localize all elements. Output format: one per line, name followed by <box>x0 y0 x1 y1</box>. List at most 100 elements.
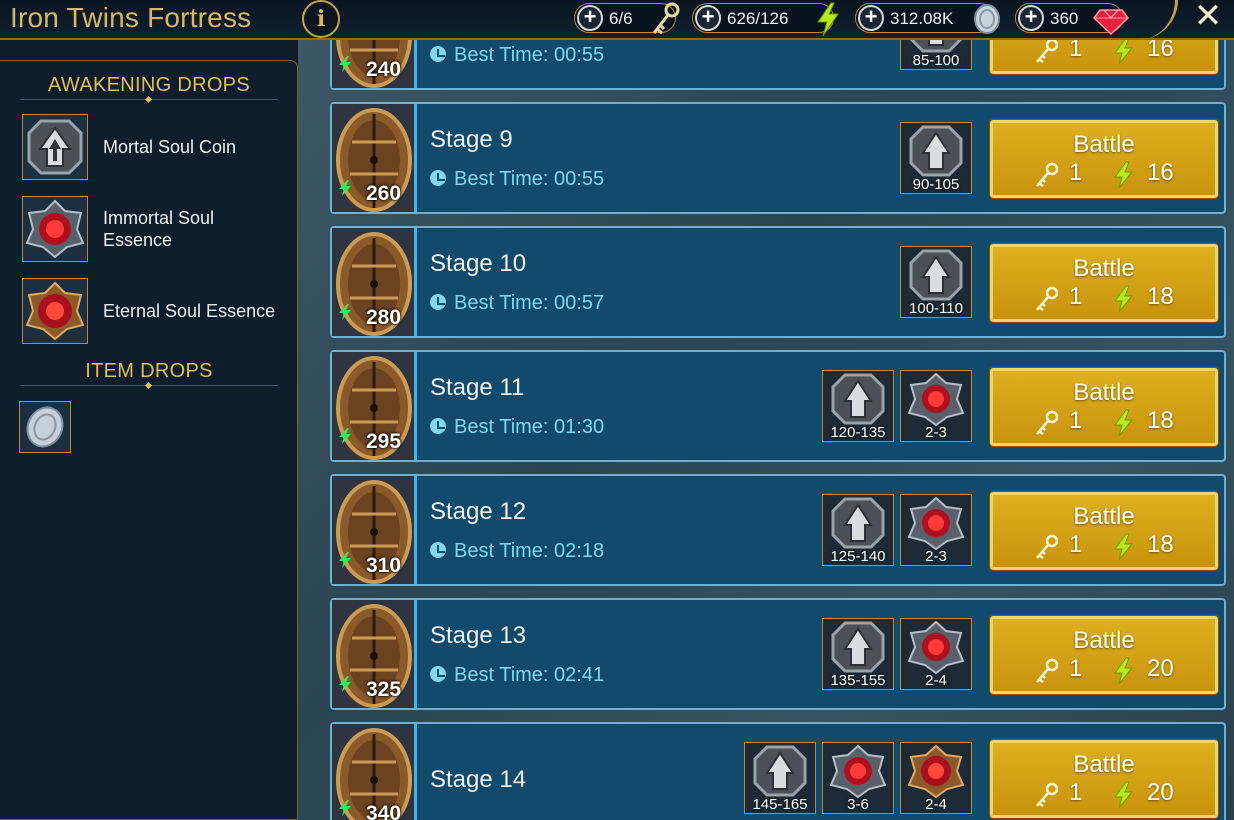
stage-title: Stage 14 <box>430 766 527 793</box>
reward-quantity: 2-3 <box>925 424 947 441</box>
reward-immortal-soul-essence-icon[interactable]: 2-3 <box>900 370 972 442</box>
drop-item-label: Eternal Soul Essence <box>103 301 276 321</box>
gems-resource: + 360 <box>1015 3 1130 36</box>
page-title: Iron Twins Fortress <box>10 2 252 33</box>
energy-cost: 20 <box>1147 655 1174 682</box>
energy-icon <box>1113 285 1135 318</box>
energy-icon <box>817 2 839 37</box>
reward-quantity: 2-4 <box>925 672 947 689</box>
power-icon <box>338 551 352 574</box>
reward-quantity: 2-4 <box>925 796 947 813</box>
battle-label: Battle <box>1073 751 1135 778</box>
best-time: Best Time: 00:57 <box>430 292 604 315</box>
add-gems-button[interactable]: + <box>1018 5 1044 31</box>
clock-icon <box>430 418 446 434</box>
reward-eternal-soul-essence-icon[interactable]: 2-4 <box>900 742 972 814</box>
stage-row[interactable]: 260 Stage 9 Best Time: 00:55 90-105 Battle 1 1… <box>330 102 1226 214</box>
reward-mortal-soul-coin-icon[interactable]: 125-140 <box>822 494 894 566</box>
battle-button[interactable]: Battle 1 18 <box>989 367 1219 447</box>
top-bar: Iron Twins Fortress i + 6/6 + 626/126 + … <box>0 0 1234 40</box>
eternal-soul-essence-icon <box>22 278 88 344</box>
stage-power: 340 <box>366 802 402 820</box>
reward-quantity: 3-6 <box>847 796 869 813</box>
clock-icon <box>430 170 446 186</box>
battle-label: Battle <box>1073 627 1135 654</box>
stage-row[interactable]: 340 Stage 14 145-165 3-6 2-4 Battle 1 20 <box>330 722 1226 820</box>
reward-immortal-soul-essence-icon[interactable]: 2-4 <box>900 618 972 690</box>
best-time-text: Best Time: 00:57 <box>454 292 605 314</box>
info-button[interactable]: i <box>302 0 340 38</box>
key-cost: 1 <box>1069 531 1083 558</box>
stage-power: 310 <box>366 554 402 577</box>
reward-mortal-soul-coin-icon[interactable]: 90-105 <box>900 122 972 194</box>
portrait-divider <box>414 228 417 336</box>
drop-item-label: Mortal Soul Coin <box>103 137 237 157</box>
battle-button[interactable]: Battle 1 18 <box>989 243 1219 323</box>
energy-resource: + 626/126 <box>692 2 839 37</box>
stage-title: Stage 9 <box>430 126 513 153</box>
portrait-divider <box>414 600 417 708</box>
clock-icon <box>430 294 446 310</box>
reward-quantity: 120-135 <box>830 424 886 441</box>
reward-mortal-soul-coin-icon[interactable]: 145-165 <box>744 742 816 814</box>
add-energy-button[interactable]: + <box>695 5 721 31</box>
battle-button[interactable]: Battle 1 20 <box>989 615 1219 695</box>
stage-row[interactable]: 325 Stage 13 Best Time: 02:41 135-155 2-4 Bat… <box>330 598 1226 710</box>
keys-value: 6/6 <box>609 9 633 28</box>
heading-divider <box>20 99 278 100</box>
reward-mortal-soul-coin-icon[interactable]: 100-110 <box>900 246 972 318</box>
reward-immortal-soul-essence-icon[interactable]: 3-6 <box>822 742 894 814</box>
drop-item-label: Immortal Soul Essence <box>103 208 215 250</box>
portrait-divider <box>414 476 417 584</box>
silver-resource: + 312.08K <box>855 3 1000 34</box>
close-button[interactable]: ✕ <box>1190 0 1226 34</box>
awakening-drops-heading: AWAKENING DROPS <box>48 74 250 96</box>
battle-label: Battle <box>1073 255 1135 282</box>
silver-value: 312.08K <box>890 9 954 28</box>
key-icon <box>652 2 680 35</box>
key-cost: 1 <box>1069 655 1083 682</box>
battle-button[interactable]: Battle 1 18 <box>989 491 1219 571</box>
silver-icon <box>974 4 1000 34</box>
energy-icon <box>1113 37 1135 70</box>
add-silver-button[interactable]: + <box>858 5 884 31</box>
best-time-text: Best Time: 00:55 <box>454 44 605 66</box>
power-icon <box>338 675 352 698</box>
drop-item-mortal-soul-coin[interactable]: Mortal Soul Coin <box>22 114 292 180</box>
power-icon <box>338 55 352 78</box>
best-time: Best Time: 02:18 <box>430 540 604 563</box>
reward-quantity: 145-165 <box>752 796 808 813</box>
stage-power: 260 <box>366 182 402 205</box>
clock-icon <box>430 542 446 558</box>
energy-cost: 18 <box>1147 283 1174 310</box>
reward-mortal-soul-coin-icon[interactable]: 135-155 <box>822 618 894 690</box>
stage-row[interactable]: 295 Stage 11 Best Time: 01:30 120-135 2-3 Bat… <box>330 350 1226 462</box>
best-time-text: Best Time: 02:18 <box>454 540 605 562</box>
energy-icon <box>1113 161 1135 194</box>
portrait-divider <box>414 352 417 460</box>
key-icon <box>1033 161 1061 194</box>
stage-title: Stage 12 <box>430 498 527 525</box>
key-cost: 1 <box>1069 407 1083 434</box>
key-icon <box>1033 285 1061 318</box>
drop-item-eternal-soul-essence[interactable]: Eternal Soul Essence <box>22 278 292 344</box>
energy-cost: 20 <box>1147 779 1174 806</box>
power-icon <box>338 427 352 450</box>
gem-icon <box>1092 9 1130 36</box>
stage-row[interactable]: 280 Stage 10 Best Time: 00:57 100-110 Battle… <box>330 226 1226 338</box>
drop-item-immortal-soul-essence[interactable]: Immortal Soul Essence <box>22 196 292 262</box>
reward-quantity: 135-155 <box>830 672 886 689</box>
battle-button[interactable]: Battle 1 20 <box>989 739 1219 819</box>
add-keys-button[interactable]: + <box>577 5 603 31</box>
stage-row[interactable]: 310 Stage 12 Best Time: 02:18 125-140 2-3 Bat… <box>330 474 1226 586</box>
key-icon <box>1033 409 1061 442</box>
stage-power: 325 <box>366 678 402 701</box>
energy-value: 626/126 <box>727 9 789 28</box>
reward-immortal-soul-essence-icon[interactable]: 2-3 <box>900 494 972 566</box>
stage-power: 240 <box>366 58 402 81</box>
key-cost: 1 <box>1069 283 1083 310</box>
battle-button[interactable]: Battle1 16 <box>989 119 1219 199</box>
reward-mortal-soul-coin-icon[interactable]: 120-135 <box>822 370 894 442</box>
silver-coin-drop-icon[interactable] <box>19 401 71 453</box>
power-icon <box>338 303 352 326</box>
